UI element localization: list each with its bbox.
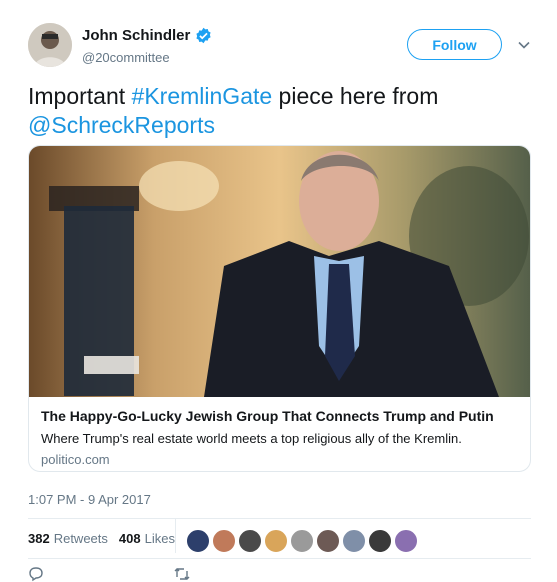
user-name-row[interactable]: John Schindler [82,27,212,44]
tweet-actions [28,566,190,582]
liker-avatar[interactable] [238,529,262,553]
liker-avatar[interactable] [212,529,236,553]
liker-avatar[interactable] [186,529,210,553]
stats-separator [175,519,176,553]
tweet-text: Important #KremlinGate piece here from @… [28,82,538,140]
link-card[interactable]: The Happy-Go-Lucky Jewish Group That Con… [28,145,531,472]
retweets-label[interactable]: Retweets [54,531,108,546]
tweet-text-prefix: Important [28,83,132,109]
reply-icon[interactable] [28,566,44,582]
retweets-count[interactable]: 382 [28,531,50,546]
card-text[interactable]: The Happy-Go-Lucky Jewish Group That Con… [41,407,518,469]
avatar[interactable] [28,23,72,67]
divider-bottom [28,558,531,559]
liker-avatar[interactable] [290,529,314,553]
liker-avatar[interactable] [394,529,418,553]
user-handle[interactable]: @20committee [82,50,170,65]
liker-avatar[interactable] [316,529,340,553]
liker-avatars [186,529,418,553]
card-title[interactable]: The Happy-Go-Lucky Jewish Group That Con… [41,407,518,425]
timestamp[interactable]: 1:07 PM - 9 Apr 2017 [28,492,151,507]
user-name[interactable]: John Schindler [82,27,190,44]
liker-avatar[interactable] [342,529,366,553]
verified-badge-icon [196,27,211,44]
card-domain: politico.com [41,452,110,467]
follow-button[interactable]: Follow [407,29,502,60]
liker-avatar[interactable] [368,529,392,553]
card-image[interactable] [29,146,530,397]
card-description: Where Trump's real estate world meets a … [41,431,462,446]
divider-top [28,518,531,519]
mention-link[interactable]: @SchreckReports [28,112,215,138]
retweet-icon[interactable] [174,566,190,582]
likes-count[interactable]: 408 [119,531,141,546]
likes-label[interactable]: Likes [145,531,175,546]
liker-avatar[interactable] [264,529,288,553]
tweet-stats: 382 Retweets 408 Likes [28,531,186,546]
hashtag-link[interactable]: #KremlinGate [132,83,273,109]
tweet-text-middle: piece here from [272,83,439,109]
chevron-down-icon[interactable] [517,38,531,52]
